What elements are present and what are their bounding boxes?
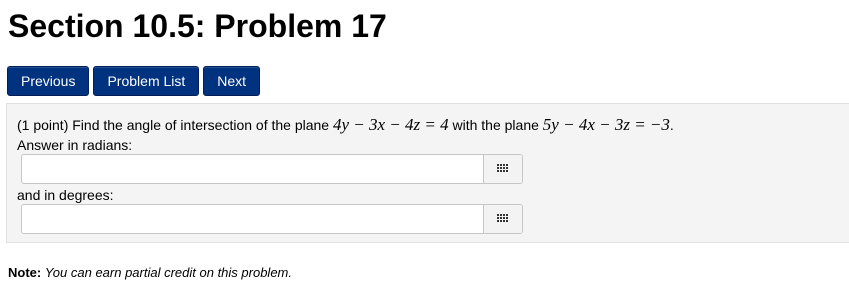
degrees-answer-group [21, 204, 523, 234]
radians-input[interactable] [22, 155, 483, 183]
keypad-grid-icon [497, 164, 508, 172]
problem-navigation: Previous Problem List Next [7, 66, 261, 96]
radians-answer-group [21, 154, 523, 184]
partial-credit-note: Note: You can earn partial credit on thi… [8, 264, 292, 282]
statement-text-before: Find the angle of intersection of the pl… [72, 117, 330, 133]
problem-statement: (1 point) Find the angle of intersection… [17, 116, 674, 134]
degrees-label: and in degrees: [17, 187, 114, 203]
statement-text-end: . [669, 117, 674, 133]
problem-box: (1 point) Find the angle of intersection… [6, 103, 849, 243]
plane-equation-2: 5y − 4x − 3z = −3 [542, 115, 670, 134]
page-title: Section 10.5: Problem 17 [8, 8, 387, 44]
keypad-grid-icon [497, 214, 508, 222]
radians-label: Answer in radians: [17, 137, 133, 153]
problem-list-button[interactable]: Problem List [93, 66, 200, 96]
note-text: You can earn partial credit on this prob… [44, 265, 292, 280]
next-button[interactable]: Next [203, 66, 261, 96]
note-label: Note: [8, 265, 42, 280]
plane-equation-1: 4y − 3x − 4z = 4 [332, 115, 449, 134]
degrees-keypad-button[interactable] [483, 205, 522, 233]
points-label: (1 point) [17, 117, 69, 133]
degrees-input[interactable] [22, 205, 483, 233]
previous-button[interactable]: Previous [7, 66, 90, 96]
statement-text-middle: with the plane [452, 117, 539, 133]
radians-keypad-button[interactable] [483, 155, 522, 183]
